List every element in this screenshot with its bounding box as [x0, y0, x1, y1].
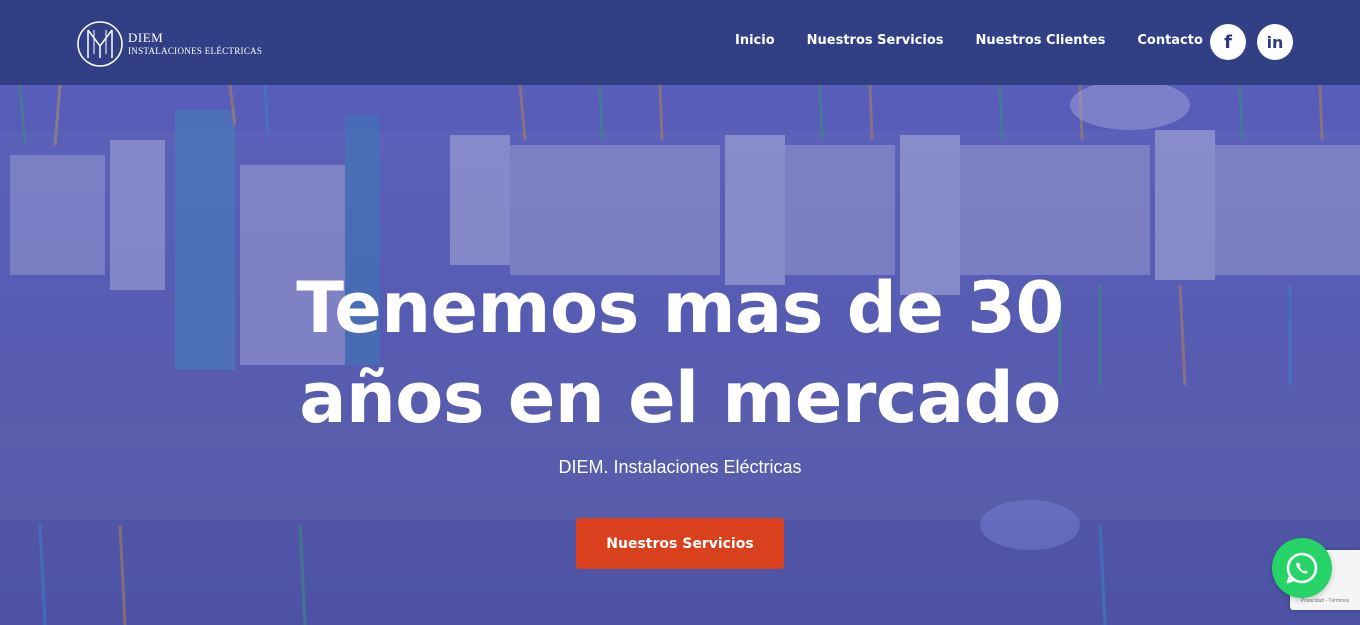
- nav-item-inicio[interactable]: Inicio: [735, 33, 775, 48]
- logo-mark-icon: [77, 21, 123, 67]
- brand-subtitle: INSTALACIONES ELÉCTRICAS: [128, 46, 263, 57]
- main-nav: Inicio Nuestros Servicios Nuestros Clien…: [735, 33, 1235, 48]
- logo[interactable]: DIEM INSTALACIONES ELÉCTRICAS: [76, 20, 262, 68]
- brand-name: DIEM: [128, 29, 164, 45]
- recaptcha-text: Privacidad - Términos: [1300, 598, 1350, 604]
- hero-title: Tenemos mas de 30 años en el mercado: [0, 263, 1360, 443]
- facebook-icon[interactable]: f: [1210, 24, 1246, 60]
- site-header: DIEM INSTALACIONES ELÉCTRICAS Inicio Nue…: [0, 0, 1360, 85]
- nav-item-contacto[interactable]: Contacto: [1137, 33, 1203, 48]
- nav-item-nuestros-clientes[interactable]: Nuestros Clientes: [976, 33, 1106, 48]
- social-links: f in: [1210, 24, 1304, 60]
- hero-section: Tenemos mas de 30 años en el mercado DIE…: [0, 85, 1360, 625]
- nav-item-nuestros-servicios[interactable]: Nuestros Servicios: [807, 33, 944, 48]
- hero-title-line-1: Tenemos mas de 30: [296, 267, 1064, 349]
- hero-subtitle: DIEM. Instalaciones Eléctricas: [558, 457, 802, 477]
- nuestros-servicios-button[interactable]: Nuestros Servicios: [576, 518, 784, 569]
- hero-title-line-2: años en el mercado: [299, 357, 1061, 439]
- linkedin-icon[interactable]: in: [1257, 24, 1293, 60]
- whatsapp-icon: [1286, 552, 1318, 584]
- whatsapp-button[interactable]: [1272, 538, 1332, 598]
